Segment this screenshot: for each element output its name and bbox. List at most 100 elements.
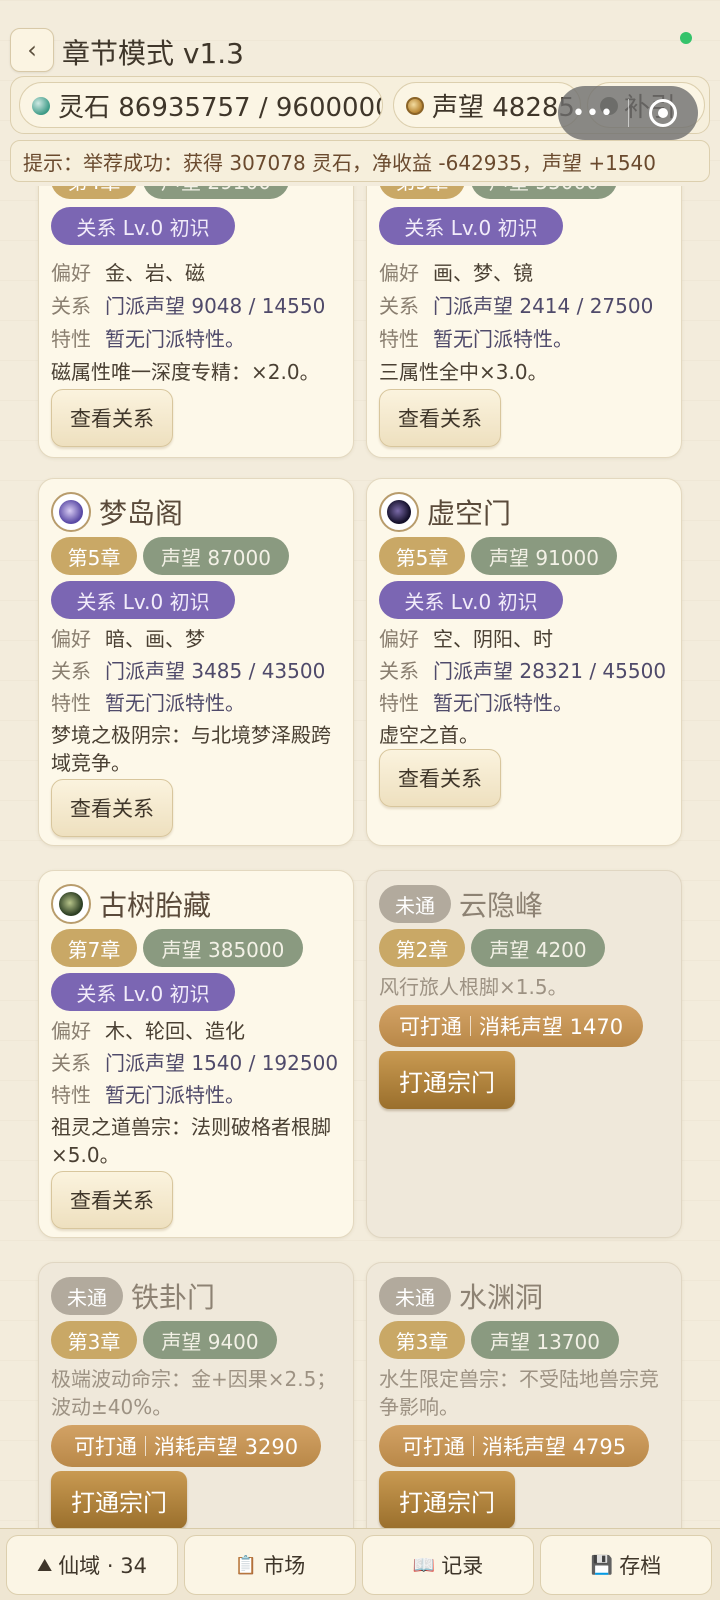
miniprogram-capsule: ••• — [558, 86, 698, 140]
not-open-badge: 未通 — [379, 1277, 451, 1315]
reputation-badge: 声望 91000 — [471, 537, 617, 575]
unlock-cost-button[interactable]: 可打通 消耗声望 1470 — [379, 1005, 643, 1047]
sect-emblem-icon — [51, 492, 91, 532]
trait-row: 特性 暂无门派特性。 — [51, 1083, 245, 1107]
cost-divider — [144, 1436, 146, 1456]
sect-description: 磁属性唯一深度专精：×2.0。 — [51, 360, 320, 384]
sect-description: 梦境之极阴宗：与北境梦泽殿跨域竞争。 — [51, 723, 331, 775]
mountain-icon: ⛰ — [37, 1554, 53, 1576]
relation-row: 关系 门派声望 28321 / 45500 — [379, 659, 667, 683]
not-open-badge: 未通 — [51, 1277, 123, 1315]
unlock-sect-button[interactable]: 打通宗门 — [51, 1471, 187, 1528]
view-relation-button[interactable]: 查看关系 — [379, 749, 501, 807]
unlock-sect-button[interactable]: 打通宗门 — [379, 1471, 515, 1528]
sect-name: 铁卦门 — [131, 1281, 216, 1314]
sect-card-locked: 未通 铁卦门 第3章 声望 9400 极端波动命宗：金+因果×2.5；波动±40… — [38, 1262, 354, 1528]
sect-header: 未通 铁卦门 — [51, 1275, 215, 1317]
relation-level-badge: 关系 Lv.0 初识 — [379, 581, 563, 619]
reputation-badge: 声望 87000 — [143, 537, 289, 575]
relation-level-badge: 关系 Lv.0 初识 — [51, 581, 235, 619]
sect-card: 第4章 声望 29100 关系 Lv.0 初识 偏好金、岩、磁 关系门派声望 9… — [38, 186, 354, 458]
unlock-cost-button[interactable]: 可打通 消耗声望 3290 — [51, 1425, 321, 1467]
sect-name: 梦岛阁 — [99, 497, 184, 530]
spirit-stone-counter: 灵石 86935757 / 96000000 — [19, 82, 383, 128]
reputation-badge: 声望 4200 — [471, 929, 605, 967]
reputation-badge: 声望 13700 — [471, 1321, 619, 1359]
sect-card-locked: 未通 云隐峰 第2章 声望 4200 风行旅人根脚×1.5。 可打通 消耗声望 1… — [366, 870, 682, 1238]
chapter-badge: 第7章 — [51, 929, 137, 967]
preference-row: 偏好 木、轮回、造化 — [51, 1019, 245, 1043]
back-button[interactable]: ‹ — [10, 28, 54, 72]
relation-level-badge: 关系 Lv.0 初识 — [51, 207, 235, 245]
view-relation-button[interactable]: 查看关系 — [51, 1171, 173, 1229]
not-open-badge: 未通 — [379, 885, 451, 923]
sect-name: 古树胎藏 — [99, 889, 212, 922]
reputation-badge: 声望 385000 — [143, 929, 303, 967]
chapter-badge: 第3章 — [379, 1321, 465, 1359]
sect-card: 虚空门 第5章 声望 91000 关系 Lv.0 初识 偏好 空、阴阳、时 关系门… — [366, 478, 682, 846]
nav-realm-button[interactable]: ⛰ 仙域 · 34 — [6, 1535, 178, 1595]
view-relation-button[interactable]: 查看关系 — [51, 779, 173, 837]
more-icon[interactable]: ••• — [558, 101, 628, 126]
preference-row: 偏好 空、阴阳、时 — [379, 627, 553, 651]
preference-row: 偏好 金、岩、磁 — [51, 261, 205, 285]
nav-market-button[interactable]: 📋 市场 — [184, 1535, 356, 1595]
relation-level-badge: 关系 Lv.0 初识 — [379, 207, 563, 245]
relation-row: 关系 门派声望 9048 / 14550 — [51, 294, 326, 318]
sect-card-locked: 未通 水渊洞 第3章 声望 13700 水生限定兽宗：不受陆地兽宗竞争影响。 可… — [366, 1262, 682, 1528]
cost-divider — [472, 1436, 474, 1456]
sect-list[interactable]: 第4章 声望 29100 关系 Lv.0 初识 偏好金、岩、磁 关系门派声望 9… — [0, 186, 720, 1528]
sect-header: 未通 水渊洞 — [379, 1275, 543, 1317]
reputation-medal-icon — [406, 97, 424, 115]
chapter-badge: 第2章 — [379, 929, 465, 967]
sect-description: 极端波动命宗：金+因果×2.5；波动±40%。 — [51, 1367, 337, 1419]
unlock-cost-button[interactable]: 可打通 消耗声望 4795 — [379, 1425, 649, 1467]
unlock-sect-button[interactable]: 打通宗门 — [379, 1051, 515, 1109]
sect-name: 虚空门 — [427, 497, 512, 530]
sect-emblem-icon — [379, 492, 419, 532]
reputation-counter: 声望 48285 — [393, 82, 581, 128]
chapter-badge: 第5章 — [51, 537, 137, 575]
sect-header: 虚空门 — [379, 491, 511, 533]
book-icon: 📖 — [412, 1554, 436, 1576]
cost-divider — [469, 1016, 471, 1036]
clipboard-icon: 📋 — [234, 1554, 258, 1576]
chevron-left-icon: ‹ — [27, 36, 37, 64]
close-target-icon[interactable] — [649, 99, 677, 127]
page-title: 章节模式 v1.3 — [62, 37, 245, 70]
spirit-stone-icon — [32, 97, 50, 115]
nav-records-button[interactable]: 📖 记录 — [362, 1535, 534, 1595]
relation-row: 关系 门派声望 3485 / 43500 — [51, 659, 326, 683]
relation-level-badge: 关系 Lv.0 初识 — [51, 973, 235, 1011]
trait-row: 特性 暂无门派特性。 — [51, 691, 245, 715]
sect-card: 梦岛阁 第5章 声望 87000 关系 Lv.0 初识 偏好 暗、画、梦 关系 门派… — [38, 478, 354, 846]
hint-message: 提示：举荐成功：获得 307078 灵石，净收益 -642935，声望 +154… — [10, 140, 710, 182]
nav-save-button[interactable]: 💾 存档 — [540, 1535, 712, 1595]
top-bar: ‹ 章节模式 v1.3 灵石 86935757 / 96000000 声望 48… — [0, 0, 720, 190]
chapter-badge: 第5章 — [379, 537, 465, 575]
preference-row: 偏好 画、梦、镜 — [379, 261, 533, 285]
sect-card: 古树胎藏 第7章 声望 385000 关系 Lv.0 初识 偏好 木、轮回、造化 … — [38, 870, 354, 1238]
sect-description: 祖灵之道兽宗：法则破格者根脚×5.0。 — [51, 1115, 331, 1167]
sect-header: 未通 云隐峰 — [379, 883, 543, 925]
sect-name: 水渊洞 — [459, 1281, 544, 1314]
capsule-divider — [628, 99, 629, 127]
preference-row: 偏好 暗、画、梦 — [51, 627, 205, 651]
relation-row: 关系 门派声望 1540 / 192500 — [51, 1051, 339, 1075]
sect-name: 云隐峰 — [459, 889, 544, 922]
view-relation-button[interactable]: 查看关系 — [379, 389, 501, 447]
sect-header: 古树胎藏 — [51, 883, 211, 925]
relation-row: 关系 门派声望 2414 / 27500 — [379, 294, 654, 318]
view-relation-button[interactable]: 查看关系 — [51, 389, 173, 447]
sect-description: 风行旅人根脚×1.5。 — [379, 975, 568, 999]
sect-card: 第5章 声望 55000 关系 Lv.0 初识 偏好画、梦、镜 关系门派声望 2… — [366, 186, 682, 458]
sect-header: 梦岛阁 — [51, 491, 183, 533]
chapter-badge: 第3章 — [51, 1321, 137, 1359]
floppy-disk-icon: 💾 — [590, 1554, 614, 1576]
sect-description: 水生限定兽宗：不受陆地兽宗竞争影响。 — [379, 1367, 659, 1419]
trait-row: 特性 暂无门派特性。 — [51, 327, 245, 351]
trait-row: 特性 暂无门派特性。 — [379, 691, 573, 715]
reputation-badge: 声望 9400 — [143, 1321, 277, 1359]
sect-emblem-icon — [51, 884, 91, 924]
sect-description: 虚空之首。 — [379, 723, 479, 747]
